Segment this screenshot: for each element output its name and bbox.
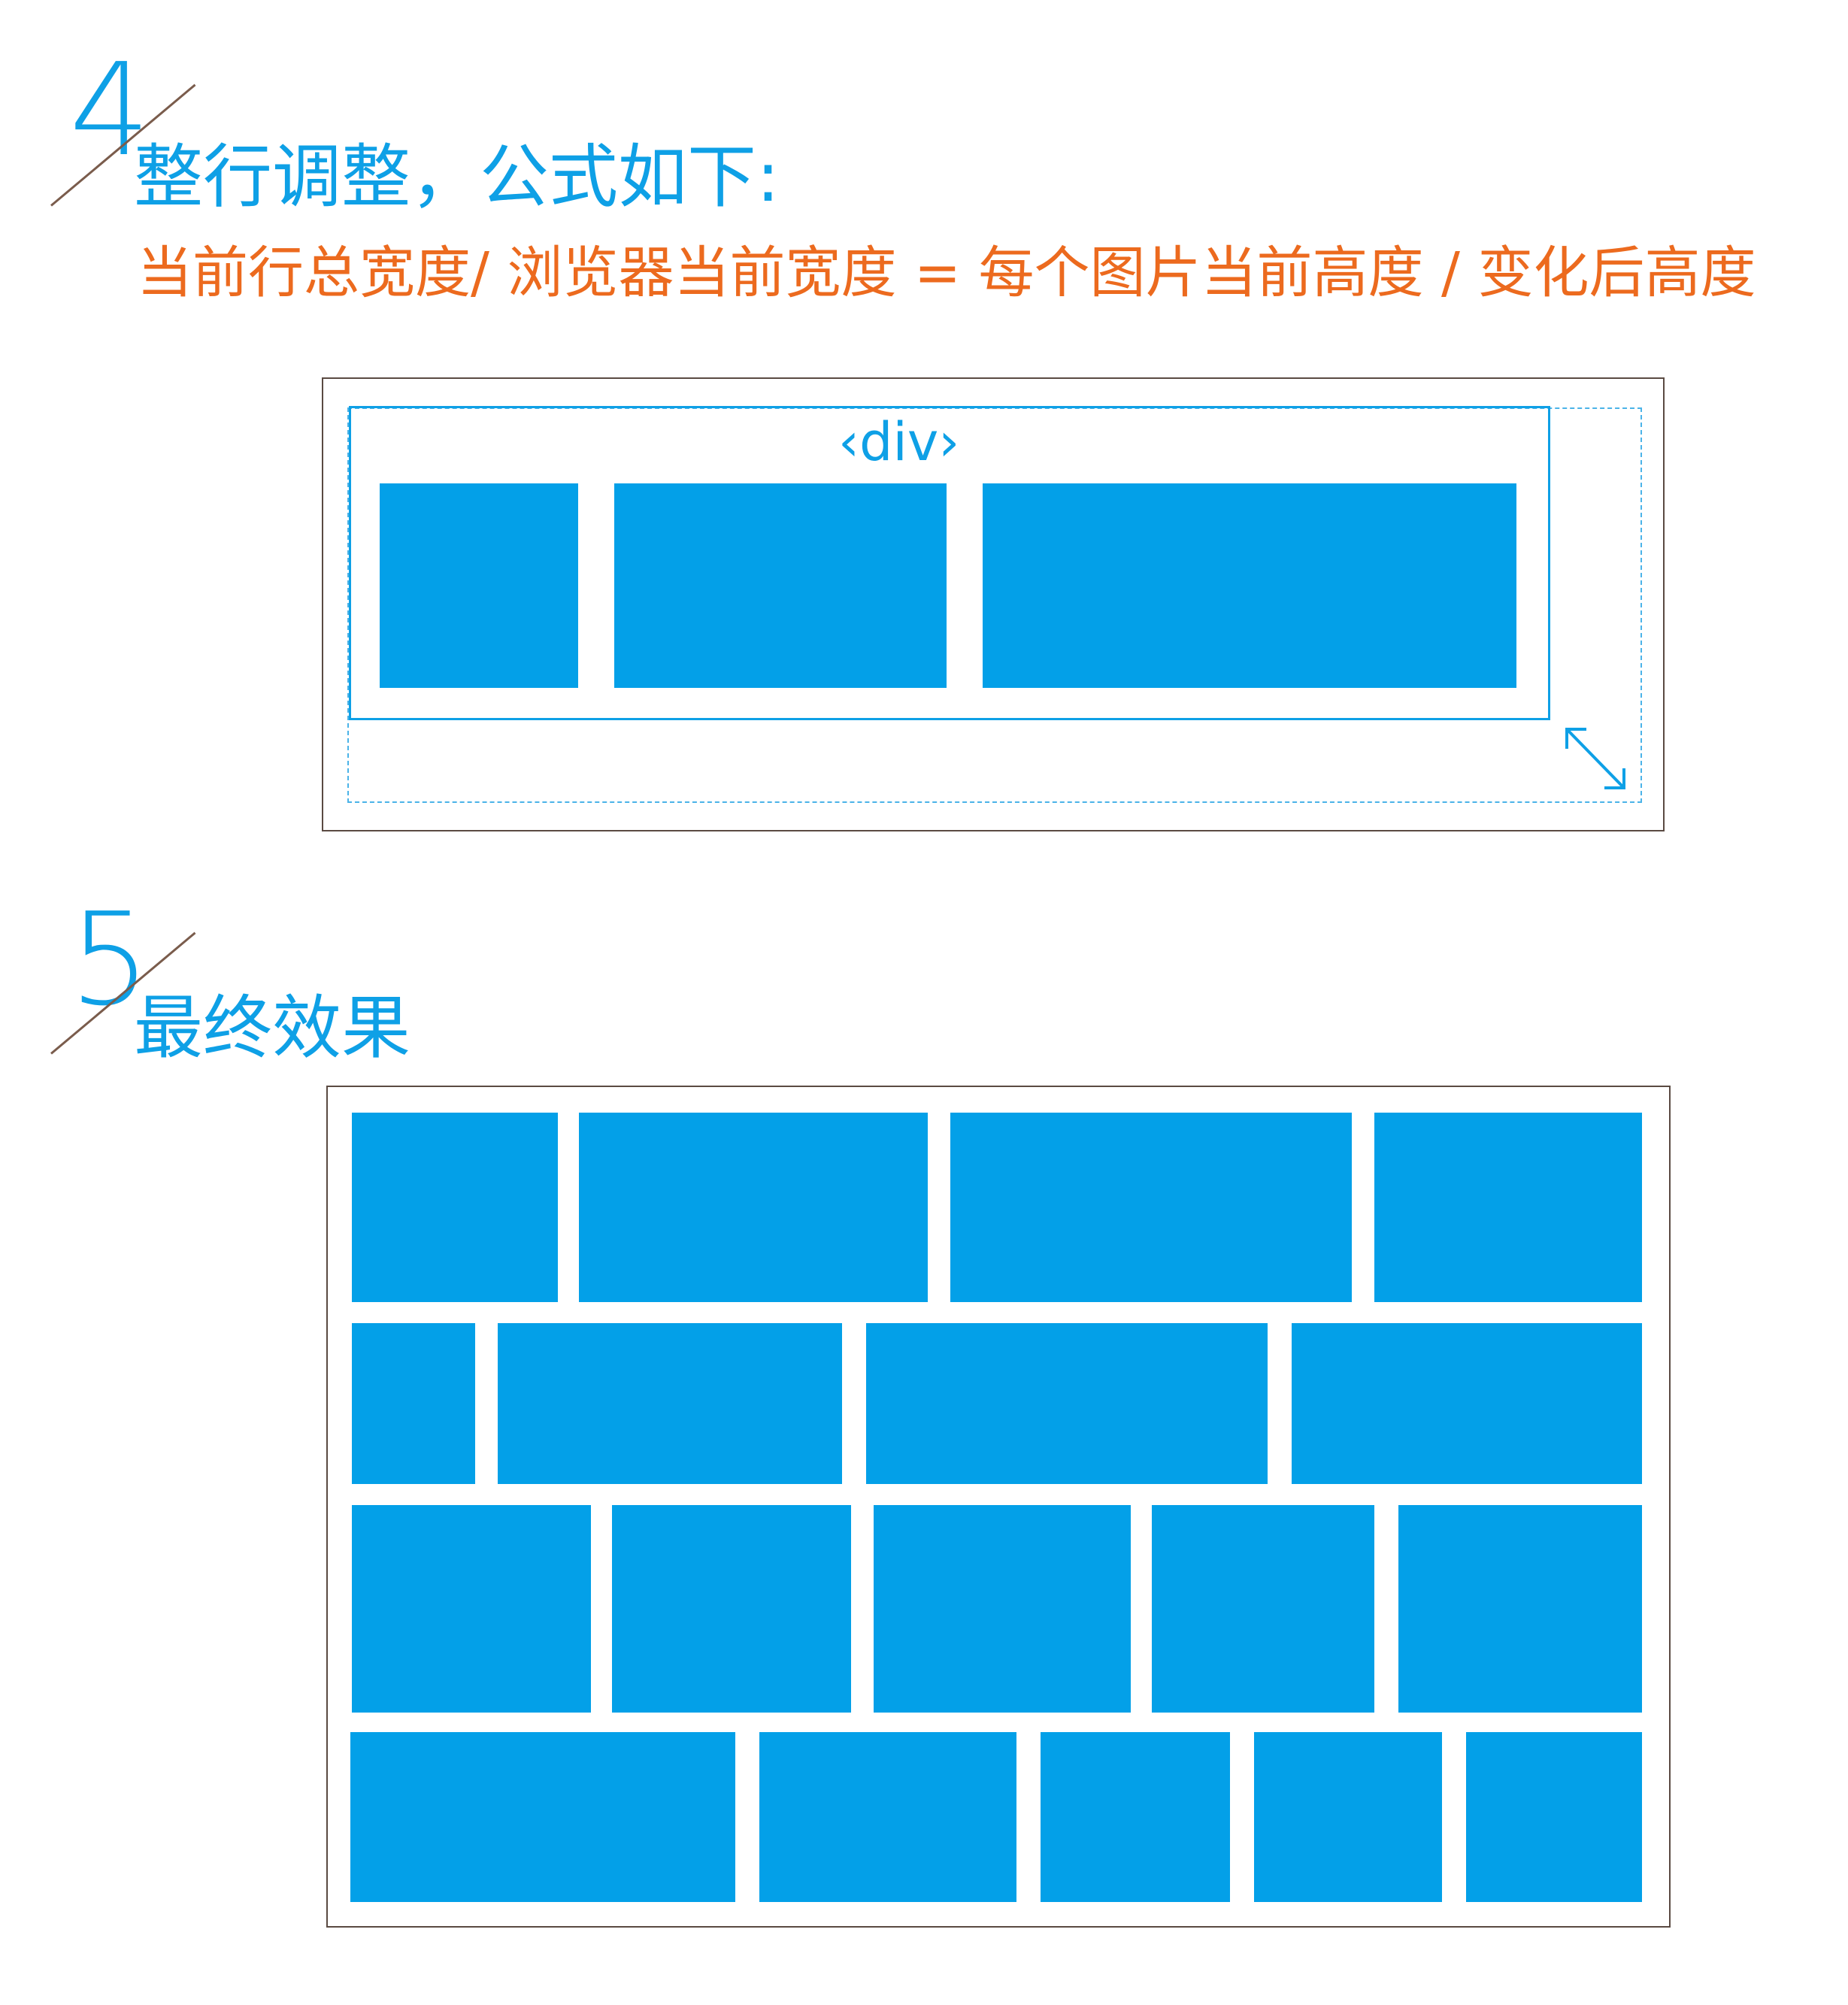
- row-adjust-diagram-frame: ‹div›: [322, 377, 1665, 831]
- step-5-title: 最终效果: [134, 988, 411, 1068]
- gallery-image: [950, 1113, 1352, 1302]
- step-4-title: 整行调整，公式如下:: [134, 137, 780, 217]
- gallery-image: [1292, 1323, 1642, 1484]
- gallery-image: [1398, 1505, 1642, 1713]
- row-image: [983, 483, 1516, 688]
- gallery-image: [498, 1323, 842, 1484]
- gallery-image: [1466, 1732, 1642, 1902]
- gallery-image: [874, 1505, 1131, 1713]
- gallery-image: [579, 1113, 928, 1302]
- gallery-image: [350, 1732, 735, 1902]
- final-result-frame: [326, 1086, 1671, 1928]
- gallery-image: [612, 1505, 851, 1713]
- gallery-image: [352, 1113, 558, 1302]
- gallery-image: [1374, 1113, 1642, 1302]
- gallery-image: [1152, 1505, 1374, 1713]
- gallery-image: [1041, 1732, 1230, 1902]
- gallery-image: [759, 1732, 1016, 1902]
- gallery-image: [1254, 1732, 1442, 1902]
- gallery-image: [866, 1323, 1268, 1484]
- step-4-formula: 当前行总宽度/ 浏览器当前宽度 = 每个图片当前高度 / 变化后高度: [137, 241, 1756, 305]
- row-image: [614, 483, 947, 688]
- gallery-image: [352, 1323, 475, 1484]
- div-tag-label: ‹div›: [838, 411, 960, 473]
- gallery-image: [352, 1505, 591, 1713]
- row-image: [380, 483, 578, 688]
- row-div-container: ‹div›: [349, 406, 1550, 720]
- resize-arrow-icon: [1565, 728, 1625, 789]
